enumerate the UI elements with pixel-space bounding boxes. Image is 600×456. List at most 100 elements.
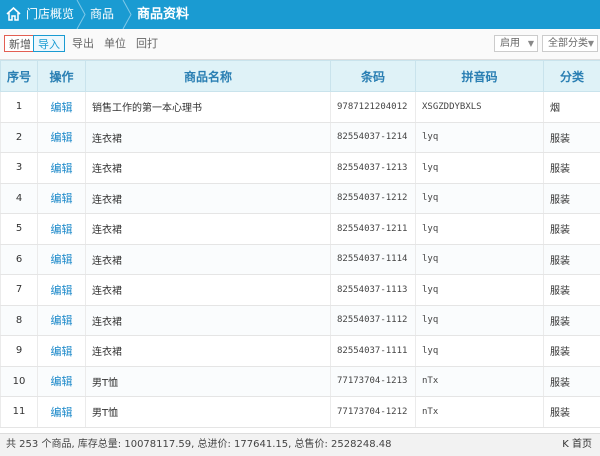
cell-pinyin: nTx	[416, 366, 544, 397]
status-select-value: 启用	[500, 38, 520, 49]
table-row[interactable]: 6编辑连衣裙82554037-1114lyq服装	[1, 244, 600, 275]
cell-name: 销售工作的第一本心理书	[86, 92, 331, 123]
cell-pinyin: lyq	[416, 183, 544, 214]
cell-pinyin: lyq	[416, 275, 544, 306]
cell-pinyin: nTx	[416, 397, 544, 428]
col-header-category[interactable]: 分类	[544, 61, 600, 92]
cell-category: 服装	[544, 214, 600, 245]
edit-link[interactable]: 编辑	[38, 92, 86, 123]
breadcrumb-separator	[76, 0, 86, 29]
cell-barcode: 82554037-1213	[331, 153, 416, 184]
col-header-barcode[interactable]: 条码	[331, 61, 416, 92]
cell-idx: 2	[1, 122, 38, 153]
cell-pinyin: lyq	[416, 122, 544, 153]
table-row[interactable]: 1编辑销售工作的第一本心理书9787121204012XSGZDDYBXLS烟	[1, 92, 600, 123]
cell-name: 连衣裙	[86, 275, 331, 306]
breadcrumb-goods[interactable]: 商品	[90, 0, 114, 29]
table-row[interactable]: 7编辑连衣裙82554037-1113lyq服装	[1, 275, 600, 306]
import-button[interactable]: 导入	[33, 35, 65, 52]
cell-name: 男T恤	[86, 366, 331, 397]
edit-link[interactable]: 编辑	[38, 122, 86, 153]
cell-name: 男T恤	[86, 397, 331, 428]
col-header-op[interactable]: 操作	[38, 61, 86, 92]
cell-category: 服装	[544, 305, 600, 336]
cell-category: 服装	[544, 183, 600, 214]
edit-link[interactable]: 编辑	[38, 183, 86, 214]
cell-barcode: 82554037-1212	[331, 183, 416, 214]
home-icon	[6, 7, 21, 21]
cell-idx: 6	[1, 244, 38, 275]
cell-barcode: 82554037-1112	[331, 305, 416, 336]
cell-barcode: 82554037-1211	[331, 214, 416, 245]
edit-link[interactable]: 编辑	[38, 366, 86, 397]
cell-category: 服装	[544, 275, 600, 306]
export-button[interactable]: 导出	[70, 35, 96, 52]
cell-barcode: 77173704-1212	[331, 397, 416, 428]
category-select[interactable]: 全部分类 ▼	[542, 35, 598, 52]
cell-idx: 4	[1, 183, 38, 214]
toolbar: 新增 导入 导出 单位 回打 启用 ▼ 全部分类 ▼	[0, 29, 600, 60]
cell-category: 服装	[544, 122, 600, 153]
breadcrumb-separator	[122, 0, 132, 29]
cell-pinyin: XSGZDDYBXLS	[416, 92, 544, 123]
cell-idx: 1	[1, 92, 38, 123]
chevron-down-icon: ▼	[528, 36, 534, 51]
cell-category: 服装	[544, 153, 600, 184]
goods-table: 序号 操作 商品名称 条码 拼音码 分类 1编辑销售工作的第一本心理书97871…	[0, 60, 600, 428]
edit-link[interactable]: 编辑	[38, 275, 86, 306]
cell-idx: 3	[1, 153, 38, 184]
print-button[interactable]: 回打	[134, 35, 160, 52]
col-header-pinyin[interactable]: 拼音码	[416, 61, 544, 92]
table-row[interactable]: 9编辑连衣裙82554037-1111lyq服装	[1, 336, 600, 367]
cell-barcode: 77173704-1213	[331, 366, 416, 397]
cell-category: 服装	[544, 244, 600, 275]
cell-name: 连衣裙	[86, 244, 331, 275]
cell-pinyin: lyq	[416, 153, 544, 184]
page-title: 商品资料	[137, 0, 189, 29]
edit-link[interactable]: 编辑	[38, 336, 86, 367]
cell-name: 连衣裙	[86, 336, 331, 367]
cell-name: 连衣裙	[86, 122, 331, 153]
table-row[interactable]: 10编辑男T恤77173704-1213nTx服装	[1, 366, 600, 397]
edit-link[interactable]: 编辑	[38, 153, 86, 184]
col-header-idx[interactable]: 序号	[1, 61, 38, 92]
table-header-row: 序号 操作 商品名称 条码 拼音码 分类	[1, 61, 600, 92]
unit-button[interactable]: 单位	[102, 35, 128, 52]
cell-category: 服装	[544, 366, 600, 397]
cell-barcode: 82554037-1113	[331, 275, 416, 306]
cell-idx: 5	[1, 214, 38, 245]
cell-category: 烟	[544, 92, 600, 123]
cell-name: 连衣裙	[86, 305, 331, 336]
cell-barcode: 82554037-1111	[331, 336, 416, 367]
edit-link[interactable]: 编辑	[38, 397, 86, 428]
cell-barcode: 9787121204012	[331, 92, 416, 123]
cell-category: 服装	[544, 397, 600, 428]
table-row[interactable]: 11编辑男T恤77173704-1212nTx服装	[1, 397, 600, 428]
cell-pinyin: lyq	[416, 336, 544, 367]
edit-link[interactable]: 编辑	[38, 305, 86, 336]
cell-name: 连衣裙	[86, 214, 331, 245]
table-row[interactable]: 8编辑连衣裙82554037-1112lyq服装	[1, 305, 600, 336]
chevron-down-icon: ▼	[588, 36, 594, 51]
add-button[interactable]: 新增	[4, 35, 36, 52]
status-select[interactable]: 启用 ▼	[494, 35, 538, 52]
top-bar: 门店概览 商品 商品资料	[0, 0, 600, 29]
breadcrumb-home-label: 门店概览	[26, 0, 74, 29]
cell-category: 服装	[544, 336, 600, 367]
col-header-name[interactable]: 商品名称	[86, 61, 331, 92]
cell-idx: 10	[1, 366, 38, 397]
cell-pinyin: lyq	[416, 214, 544, 245]
edit-link[interactable]: 编辑	[38, 244, 86, 275]
edit-link[interactable]: 编辑	[38, 214, 86, 245]
cell-name: 连衣裙	[86, 183, 331, 214]
cell-pinyin: lyq	[416, 305, 544, 336]
cell-idx: 7	[1, 275, 38, 306]
status-footer: 共 253 个商品, 库存总量: 10078117.59, 总进价: 17764…	[0, 433, 600, 456]
cell-idx: 9	[1, 336, 38, 367]
table-row[interactable]: 2编辑连衣裙82554037-1214lyq服装	[1, 122, 600, 153]
first-page-link[interactable]: K 首页	[562, 434, 592, 456]
table-row[interactable]: 3编辑连衣裙82554037-1213lyq服装	[1, 153, 600, 184]
table-row[interactable]: 5编辑连衣裙82554037-1211lyq服装	[1, 214, 600, 245]
summary-text: 共 253 个商品, 库存总量: 10078117.59, 总进价: 17764…	[6, 434, 391, 456]
table-row[interactable]: 4编辑连衣裙82554037-1212lyq服装	[1, 183, 600, 214]
